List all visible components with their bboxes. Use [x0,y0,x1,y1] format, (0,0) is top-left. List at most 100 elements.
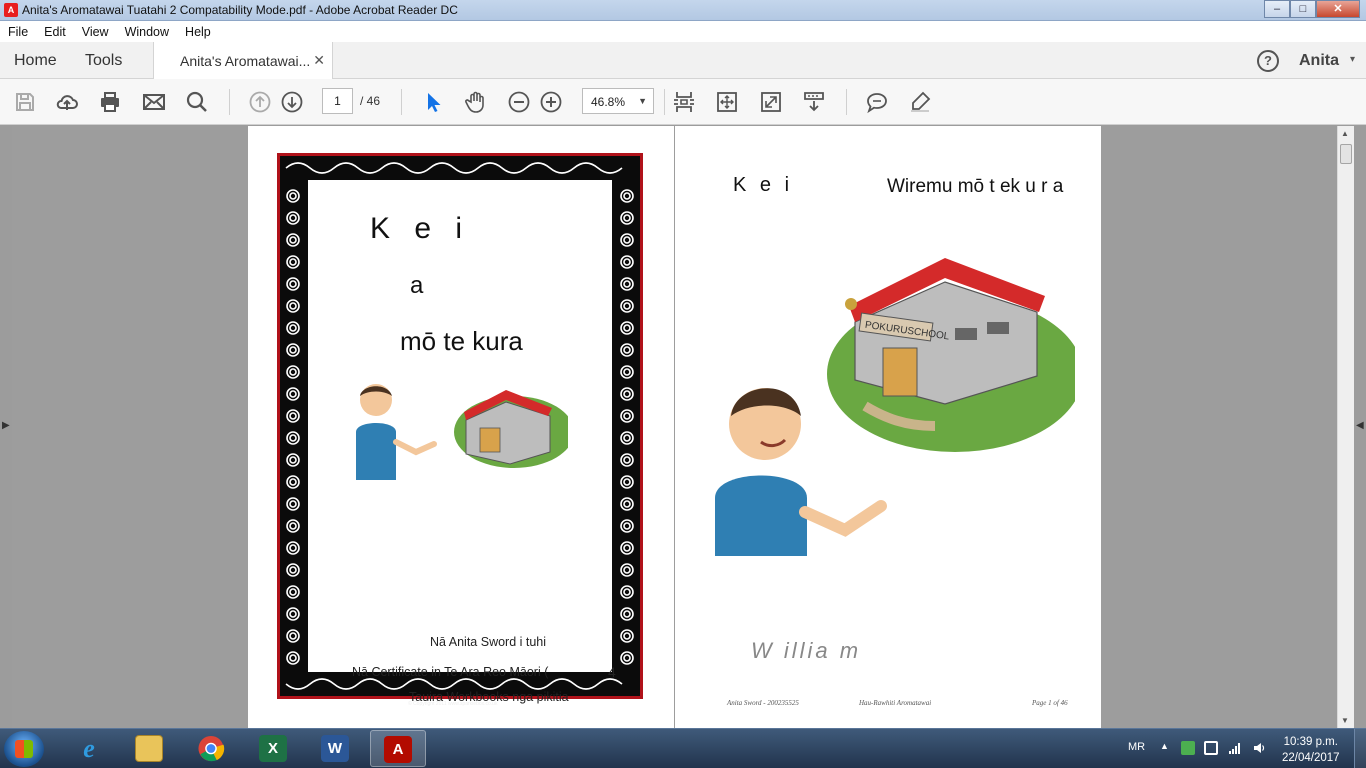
start-button[interactable] [4,731,44,767]
menu-file[interactable]: File [0,25,36,39]
tray-app-icon[interactable] [1181,741,1195,755]
taskbar-chrome[interactable] [184,730,240,767]
search-icon[interactable] [185,90,209,114]
zoom-in-icon[interactable] [539,90,563,114]
page2-heading-wiremu: Wiremu mō t ek u r a [887,176,1064,197]
scroll-down-icon[interactable]: ▼ [1341,716,1349,725]
tab-close-icon[interactable]: ✕ [313,52,325,69]
fit-page-icon[interactable] [672,90,696,114]
expand-icon[interactable] [759,90,783,114]
page-down-icon[interactable] [280,90,304,114]
acrobat-app-icon: A [4,3,18,17]
windows-taskbar: e X W A MR ▲ 10:39 p.m. 22/04/2017 [0,728,1366,768]
page2-heading-kei: K e i [733,174,794,196]
page2-footer-title: Hau-Rawhiti Aromatawai [859,699,932,707]
word-icon: W [321,735,349,762]
tab-home[interactable]: Home [14,52,57,70]
tab-document[interactable]: Anita's Aromatawai... ✕ [153,42,333,80]
account-caret-icon[interactable]: ▾ [1350,54,1355,65]
document-viewport[interactable]: K e i a mō te kura Nā Anita Sword i tuhi… [12,126,1337,728]
volume-icon[interactable] [1252,741,1266,755]
show-desktop-button[interactable] [1354,729,1366,768]
highlight-icon[interactable] [908,90,932,114]
taskbar-acrobat[interactable]: A [370,730,426,767]
cover-copyright: © Copyright 2011 www.sparklebox.co.uk [408,701,498,707]
maximize-button[interactable]: □ [1290,0,1316,18]
cover-title-kei: K e i [370,212,471,245]
scroll-mode-icon[interactable] [802,90,826,114]
pdf-page-1: K e i a mō te kura Nā Anita Sword i tuhi… [248,126,674,728]
full-screen-icon[interactable] [715,90,739,114]
email-icon[interactable] [142,90,166,114]
menu-help[interactable]: Help [177,25,219,39]
tab-document-label: Anita's Aromatawai... [180,53,311,69]
zoom-level-value: 46.8% [591,95,626,109]
clock-time: 10:39 p.m. [1283,736,1338,748]
toolbar-separator [401,89,402,115]
cover-title-mo-te-kura: mō te kura [400,326,523,356]
zoom-level-select[interactable]: 46.8% ▼ [582,88,654,114]
cover-certificate-number: 4 [608,664,616,680]
tab-bar: Home Tools Anita's Aromatawai... ✕ [0,42,1366,80]
toolbar-separator [664,89,665,115]
tray-device-icon[interactable] [1204,741,1218,755]
pdf-page-2: K e i Wiremu mō t ek u r a POKURUSCHOOL … [675,126,1101,728]
cover-certificate: Nā Certificate in Te Ara Reo Māori ( [352,665,549,679]
taskbar-excel[interactable]: X [246,730,302,767]
page2-footer-author: Anita Sword - 200235525 [727,699,799,707]
taskbar-word[interactable]: W [308,730,364,767]
main-toolbar: 1 / 46 46.8% ▼ [0,79,1366,125]
select-arrow-icon[interactable] [421,90,445,114]
menu-window[interactable]: Window [117,25,177,39]
print-icon[interactable] [98,90,122,114]
help-icon[interactable]: ? [1257,50,1279,72]
right-panel-toggle-icon[interactable]: ◀ [1356,420,1364,431]
taskbar-ie[interactable]: e [62,730,118,767]
excel-icon: X [259,735,287,762]
page-total: / 46 [360,94,381,108]
toolbar-separator [229,89,230,115]
boy-school-illustration [356,384,568,480]
network-signal-icon[interactable] [1228,741,1242,755]
boy-school-illustration-large: POKURUSCHOOL [715,258,1075,556]
chevron-down-icon: ▼ [638,96,647,106]
ie-icon: e [83,734,95,763]
comment-icon[interactable] [865,90,889,114]
hand-icon[interactable] [464,90,488,114]
close-button[interactable]: ✕ [1316,0,1360,18]
page-number-input[interactable]: 1 [322,88,353,114]
clock-date: 22/04/2017 [1282,752,1340,764]
taskbar-explorer[interactable] [122,730,178,767]
toolbar-separator [846,89,847,115]
vertical-scrollbar[interactable]: ▲ ▼ [1337,126,1354,728]
system-clock[interactable]: 10:39 p.m. 22/04/2017 [1282,734,1340,766]
menu-edit[interactable]: Edit [36,25,74,39]
window-controls: – □ ✕ [1264,0,1360,18]
menu-view[interactable]: View [74,25,117,39]
title-bar: A Anita's Aromatawai Tuatahi 2 Compatabi… [0,0,1366,21]
cover-title-a: a [410,272,424,299]
scroll-up-icon[interactable]: ▲ [1341,129,1349,138]
save-icon[interactable] [13,90,37,114]
cover-decorative-border: K e i a mō te kura Nā Anita Sword i tuhi… [277,153,643,707]
user-account-name[interactable]: Anita [1299,52,1339,70]
language-indicator[interactable]: MR [1128,741,1145,768]
window-title: Anita's Aromatawai Tuatahi 2 Compatabili… [22,3,458,17]
upload-icon[interactable] [55,90,79,114]
cover-author: Nā Anita Sword i tuhi [430,635,547,649]
chrome-icon [198,735,225,762]
windows-logo-icon [15,740,33,758]
minimize-button[interactable]: – [1264,0,1290,18]
acrobat-icon: A [384,736,412,763]
explorer-icon [135,735,163,762]
tray-expand-icon[interactable]: ▲ [1160,741,1169,768]
scroll-thumb[interactable] [1340,144,1352,164]
tab-tools[interactable]: Tools [85,52,122,70]
zoom-out-icon[interactable] [507,90,531,114]
page2-footer-page: Page 1 of 46 [1032,699,1068,707]
page-up-icon[interactable] [248,90,272,114]
menu-bar: File Edit View Window Help [0,21,1366,42]
left-panel-toggle-icon[interactable]: ▶ [2,420,10,431]
cover-content-area: K e i a mō te kura Nā Anita Sword i tuhi… [308,180,616,704]
page2-handwritten-name: W illia m [751,638,862,663]
